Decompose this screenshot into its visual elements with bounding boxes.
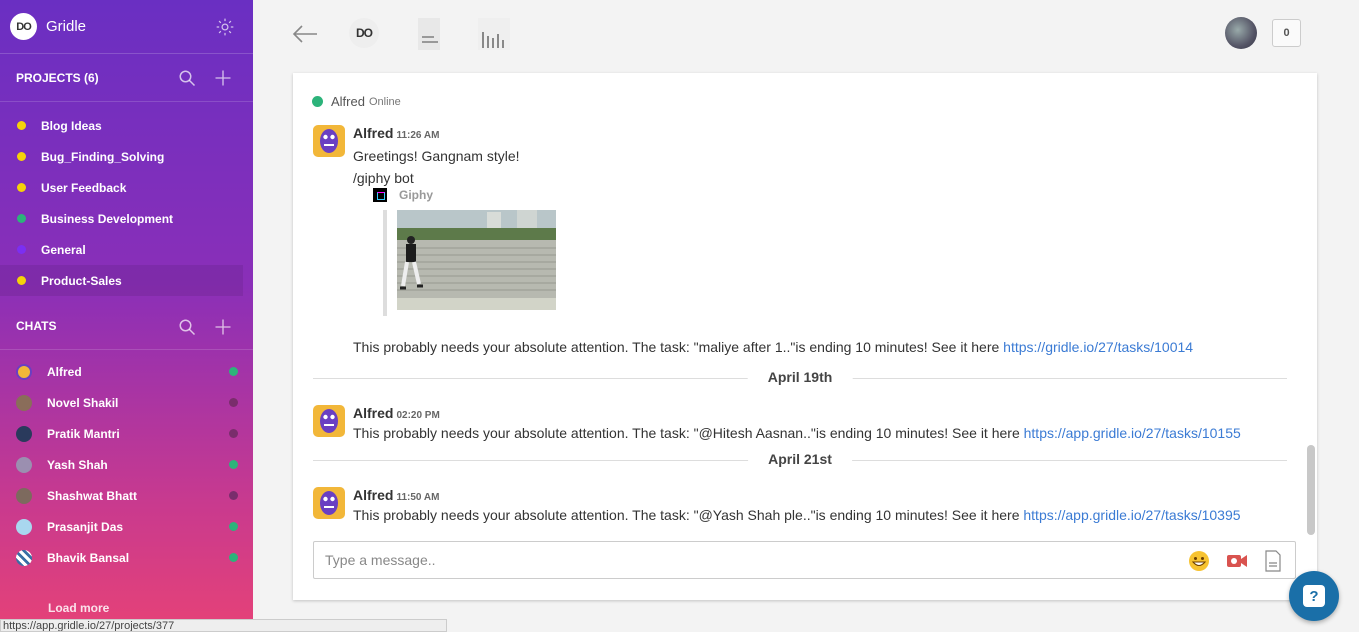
date-divider: April 21st	[313, 451, 1287, 467]
contact-status: Online	[368, 95, 401, 108]
projects-heading-label: PROJECTS (6)	[16, 70, 99, 85]
project-item[interactable]: Business Development	[0, 203, 253, 234]
status-dot	[229, 367, 238, 376]
status-dot	[229, 491, 238, 500]
help-button[interactable]: ?	[1289, 571, 1339, 621]
bot-avatar	[313, 405, 345, 437]
chat-item[interactable]: Prasanjit Das	[0, 511, 253, 542]
avatar	[16, 394, 32, 411]
project-item[interactable]: User Feedback	[0, 172, 253, 203]
task-link[interactable]: https://app.gridle.io/27/tasks/10155	[1024, 425, 1241, 441]
message-time: 11:50 AM	[396, 492, 440, 503]
message-composer	[313, 541, 1296, 579]
contact-name: Alfred	[331, 94, 365, 109]
brand-name: Gridle	[46, 18, 87, 35]
add-project-icon[interactable]	[213, 68, 233, 88]
scrollbar[interactable]	[1307, 445, 1315, 535]
quote-bar	[383, 210, 387, 316]
project-item[interactable]: Bug_Finding_Solving	[0, 141, 253, 172]
project-color-dot	[17, 214, 26, 223]
add-chat-icon[interactable]	[213, 317, 233, 337]
search-icon[interactable]	[178, 318, 196, 336]
project-color-dot	[17, 245, 26, 254]
project-color-dot	[17, 121, 26, 130]
project-item-active[interactable]: Product-Sales	[0, 265, 243, 296]
project-color-dot	[17, 152, 26, 161]
chat-item[interactable]: Pratik Mantri	[0, 418, 253, 449]
avatar	[16, 363, 32, 380]
video-call-icon[interactable]	[1226, 550, 1248, 572]
avatar	[16, 518, 32, 535]
online-status-dot	[312, 96, 323, 107]
chat-panel: Alfred Online Alfred 11:26 AM Greetings! …	[293, 73, 1317, 600]
back-arrow-icon[interactable]	[289, 18, 321, 50]
message-time: 11:26 AM	[396, 130, 440, 141]
top-toolbar: DO 0	[253, 0, 1359, 68]
message-text: This probably needs your absolute attent…	[353, 425, 1241, 441]
notification-count[interactable]: 0	[1272, 19, 1301, 47]
sidebar: DO Gridle PROJECTS (6) Blog Ideas Bug_Fi…	[0, 0, 253, 632]
sidebar-header: DO Gridle	[0, 0, 253, 54]
project-color-dot	[17, 276, 26, 285]
chat-item[interactable]: Yash Shah	[0, 449, 253, 480]
chat-item[interactable]: Bhavik Bansal	[0, 542, 253, 573]
message-text: This probably needs your absolute attent…	[353, 507, 1241, 523]
project-item[interactable]: General	[0, 234, 253, 265]
bot-icon	[320, 129, 338, 153]
status-url-bar: https://app.gridle.io/27/projects/377	[0, 619, 447, 632]
message-text: This probably needs your absolute attent…	[353, 339, 1194, 355]
giphy-logo-icon	[373, 188, 387, 202]
project-color-dot	[17, 183, 26, 192]
chats-heading-label: CHATS	[16, 319, 57, 333]
chart-icon[interactable]	[478, 18, 510, 50]
chats-heading: CHATS	[0, 302, 253, 350]
conversation-header: Alfred Online	[312, 94, 401, 109]
status-dot	[229, 522, 238, 531]
giphy-attachment: Giphy	[373, 188, 556, 316]
date-divider: April 19th	[313, 369, 1287, 385]
help-icon: ?	[1303, 585, 1325, 607]
avatar	[16, 487, 32, 504]
status-dot	[229, 429, 238, 438]
task-link[interactable]: https://gridle.io/27/tasks/10014	[1003, 339, 1193, 355]
giphy-image[interactable]	[397, 210, 556, 310]
project-item[interactable]: Blog Ideas	[0, 110, 253, 141]
chat-item[interactable]: Alfred	[0, 356, 253, 387]
gear-icon[interactable]	[215, 17, 235, 37]
attach-file-icon[interactable]	[1262, 550, 1284, 572]
task-link[interactable]: https://app.gridle.io/27/tasks/10395	[1023, 507, 1240, 523]
avatar	[16, 456, 32, 473]
message-body: Alfred 11:50 AM This probably needs your …	[353, 487, 1241, 524]
giphy-header: Giphy	[373, 188, 433, 202]
search-icon[interactable]	[178, 69, 196, 87]
message-time: 02:20 PM	[396, 410, 440, 421]
avatar	[16, 549, 32, 566]
chat-item[interactable]: Novel Shakil	[0, 387, 253, 418]
status-dot	[229, 398, 238, 407]
projects-heading: PROJECTS (6)	[0, 54, 253, 102]
bot-icon	[320, 491, 338, 515]
message-input[interactable]	[314, 542, 1164, 578]
document-icon[interactable]	[413, 18, 445, 50]
status-dot	[229, 553, 238, 562]
status-dot	[229, 460, 238, 469]
message-author: Alfred	[353, 125, 394, 141]
emoji-icon[interactable]	[1188, 550, 1210, 572]
user-avatar[interactable]	[1225, 17, 1257, 49]
avatar	[16, 425, 32, 442]
message-author: Alfred	[353, 487, 394, 503]
chat-list: Alfred Novel Shakil Pratik Mantri Yash S…	[0, 350, 253, 573]
message-author: Alfred	[353, 405, 394, 421]
gridle-logo[interactable]: DO	[10, 13, 37, 40]
gridle-home-icon[interactable]: DO	[349, 18, 379, 48]
bot-icon	[320, 409, 338, 433]
bot-avatar	[313, 125, 345, 157]
message-text: Greetings! Gangnam style!/giphy bot	[353, 148, 520, 186]
project-list: Blog Ideas Bug_Finding_Solving User Feed…	[0, 102, 253, 302]
chat-item[interactable]: Shashwat Bhatt	[0, 480, 253, 511]
bot-avatar	[313, 487, 345, 519]
message-body: Alfred 11:26 AM Greetings! Gangnam style!…	[353, 125, 520, 187]
load-more-link[interactable]: Load more	[48, 601, 109, 615]
message-body: Alfred 02:20 PM This probably needs your …	[353, 405, 1241, 442]
